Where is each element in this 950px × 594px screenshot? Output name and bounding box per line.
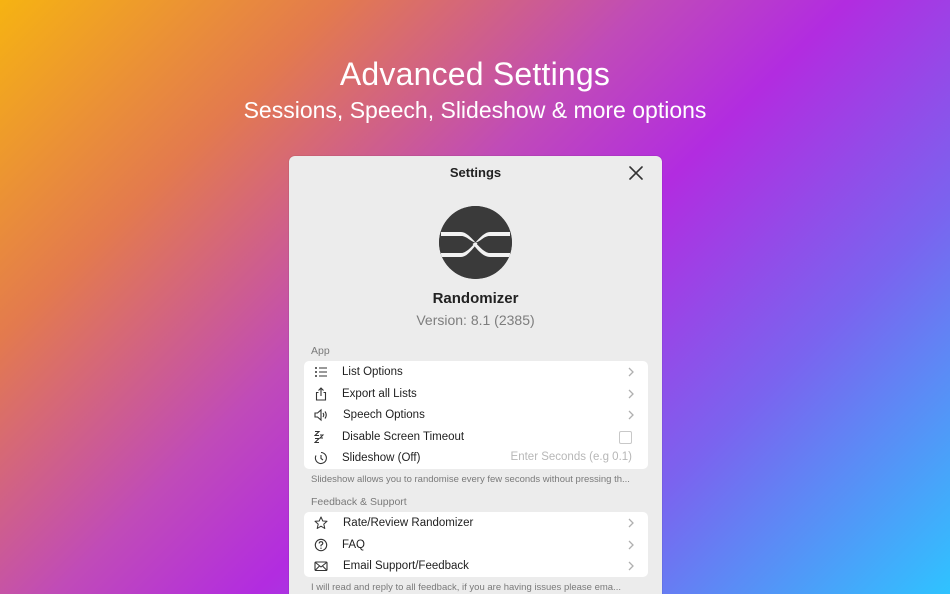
export-all-lists-row[interactable]: Export all Lists bbox=[304, 383, 648, 405]
speaker-icon bbox=[314, 408, 327, 422]
close-icon[interactable] bbox=[628, 165, 644, 181]
section-header-app: App bbox=[311, 345, 330, 357]
slideshow-footnote: Slideshow allows you to randomise every … bbox=[311, 474, 630, 485]
slideshow-seconds-input[interactable] bbox=[494, 450, 634, 465]
app-settings-group: List Options Export all Lists Speech Opt… bbox=[304, 361, 648, 469]
timer-icon bbox=[314, 452, 327, 465]
speech-options-label: Speech Options bbox=[343, 409, 425, 422]
list-options-label: List Options bbox=[342, 366, 403, 378]
faq-row[interactable]: FAQ bbox=[304, 534, 648, 556]
envelope-icon bbox=[314, 561, 328, 572]
email-support-label: Email Support/Feedback bbox=[343, 560, 469, 573]
star-icon bbox=[314, 516, 328, 529]
disable-screen-timeout-row[interactable]: Disable Screen Timeout bbox=[304, 426, 648, 448]
list-options-row[interactable]: List Options bbox=[304, 361, 648, 383]
list-icon bbox=[315, 367, 327, 377]
share-icon bbox=[315, 386, 327, 401]
slideshow-label: Slideshow (Off) bbox=[342, 452, 421, 465]
app-version: Version: 8.1 (2385) bbox=[416, 312, 535, 328]
slideshow-row[interactable]: Slideshow (Off) bbox=[304, 447, 648, 469]
sleep-icon bbox=[314, 430, 325, 443]
window-title: Settings bbox=[449, 165, 502, 180]
rate-review-row[interactable]: Rate/Review Randomizer bbox=[304, 512, 648, 534]
feedback-group: Rate/Review Randomizer FAQ Email Support… bbox=[304, 512, 648, 577]
chevron-right-icon bbox=[628, 540, 634, 550]
randomizer-logo bbox=[439, 206, 512, 279]
app-name: Randomizer bbox=[432, 290, 519, 307]
disable-screen-timeout-label: Disable Screen Timeout bbox=[342, 430, 465, 443]
section-header-feedback: Feedback & Support bbox=[311, 496, 407, 508]
feedback-footnote: I will read and reply to all feedback, i… bbox=[311, 582, 621, 593]
faq-label: FAQ bbox=[342, 538, 366, 551]
email-support-row[interactable]: Email Support/Feedback bbox=[304, 555, 648, 577]
speech-options-row[interactable]: Speech Options bbox=[304, 404, 648, 426]
chevron-right-icon bbox=[628, 410, 634, 420]
hero-subtitle: Sessions, Speech, Slideshow & more optio… bbox=[243, 97, 707, 123]
export-all-lists-label: Export all Lists bbox=[342, 387, 417, 400]
chevron-right-icon bbox=[628, 367, 634, 377]
settings-window: Settings Randomizer Version: 8.1 (2385) … bbox=[289, 156, 662, 594]
chevron-right-icon bbox=[628, 518, 634, 528]
chevron-right-icon bbox=[628, 561, 634, 571]
question-icon bbox=[314, 538, 328, 551]
hero-title: Advanced Settings bbox=[339, 56, 611, 92]
chevron-right-icon bbox=[628, 389, 634, 399]
rate-review-label: Rate/Review Randomizer bbox=[343, 517, 474, 529]
screen-timeout-checkbox[interactable] bbox=[619, 430, 632, 444]
